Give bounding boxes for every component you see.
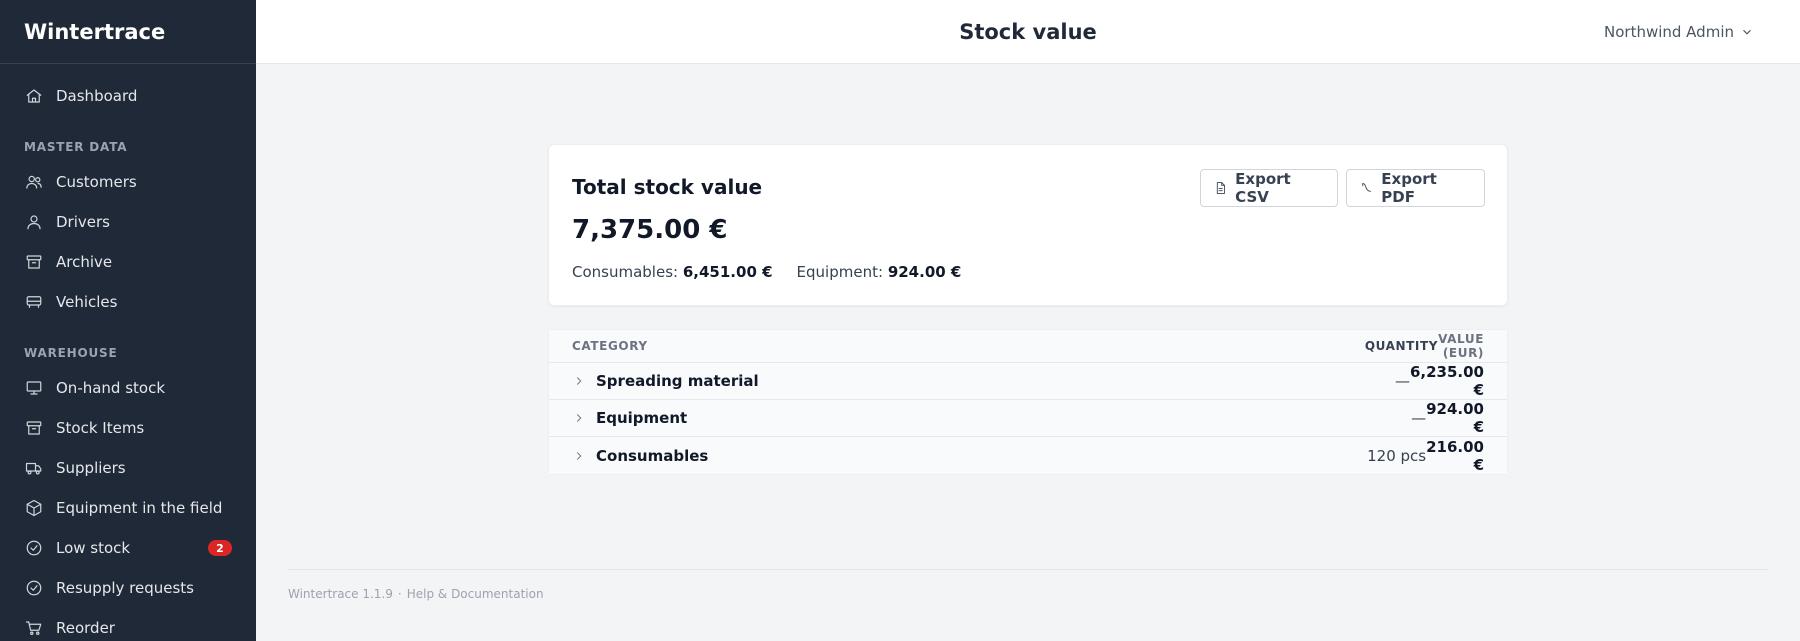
sidebar-item-label: Stock Items xyxy=(56,419,145,437)
category-name: Consumables xyxy=(596,446,709,465)
low-stock-count-badge: 2 xyxy=(208,540,232,556)
sidebar-item-label: Dashboard xyxy=(56,87,138,105)
help-documentation-link[interactable]: Help & Documentation xyxy=(407,587,544,601)
footer-separator: · xyxy=(397,587,402,601)
quantity-cell: 120 pcs xyxy=(1367,446,1427,465)
value-cell: 216.00 € xyxy=(1426,437,1484,474)
sidebar-section-warehouse: WAREHOUSE xyxy=(24,346,118,360)
sidebar-section-master-data: MASTER DATA xyxy=(24,140,128,154)
sidebar-item-dashboard[interactable]: Dashboard xyxy=(0,76,256,116)
sidebar-item-label: Suppliers xyxy=(56,459,126,477)
table-row[interactable]: Consumables 120 pcs 216.00 € xyxy=(549,437,1507,474)
sidebar-item-label: Reorder xyxy=(56,619,115,637)
sidebar-item-low-stock[interactable]: Low stock 2 xyxy=(0,528,256,568)
column-header-quantity[interactable]: QUANTITY xyxy=(1178,339,1438,353)
category-cell: Consumables xyxy=(549,447,1170,465)
page-title: Stock value xyxy=(959,20,1097,44)
category-name: Spreading material xyxy=(596,372,759,390)
check-circle-icon xyxy=(24,578,44,598)
consumables-value: 6,451.00 € xyxy=(682,263,773,281)
table-row[interactable]: Spreading material — 6,235.00 € xyxy=(549,363,1507,400)
equipment-breakdown: Equipment: 924.00 € xyxy=(797,263,962,281)
column-header-value[interactable]: VALUE (EUR) xyxy=(1438,332,1507,360)
sidebar-item-label: Archive xyxy=(56,253,113,271)
sidebar-item-stock-items[interactable]: Stock Items xyxy=(0,408,256,448)
value-breakdown: Consumables: 6,451.00 € Equipment: 924.0… xyxy=(572,263,985,281)
sidebar-item-vehicles[interactable]: Vehicles xyxy=(0,282,256,322)
archive-icon xyxy=(24,252,44,272)
total-stock-value-card: Total stock value 7,375.00 € Consumables… xyxy=(548,144,1508,306)
sidebar-item-drivers[interactable]: Drivers xyxy=(0,202,256,242)
users-icon xyxy=(24,172,44,192)
sidebar-item-reorder[interactable]: Reorder xyxy=(0,608,256,641)
sidebar-item-label: Vehicles xyxy=(56,293,118,311)
export-pdf-button[interactable]: Export PDF xyxy=(1346,169,1485,207)
table-header: CATEGORY QUANTITY VALUE (EUR) xyxy=(549,330,1507,363)
check-circle-icon xyxy=(24,538,44,558)
total-stock-value: 7,375.00 € xyxy=(572,215,728,245)
card-title: Total stock value xyxy=(572,175,763,199)
sidebar-item-resupply-requests[interactable]: Resupply requests xyxy=(0,568,256,608)
user-menu[interactable]: Northwind Admin xyxy=(1604,0,1754,64)
stock-value-table: CATEGORY QUANTITY VALUE (EUR) Spreading … xyxy=(548,329,1508,475)
pdf-icon xyxy=(1362,183,1371,192)
footer: Wintertrace 1.1.9 · Help & Documentation xyxy=(288,587,544,601)
sidebar-item-label: Customers xyxy=(56,173,137,191)
export-csv-button[interactable]: Export CSV xyxy=(1200,169,1338,207)
sidebar-item-equipment-in-field[interactable]: Equipment in the field xyxy=(0,488,256,528)
user-icon xyxy=(24,212,44,232)
user-name: Northwind Admin xyxy=(1604,23,1734,41)
category-name: Equipment xyxy=(596,409,688,427)
quantity-cell: — xyxy=(1411,409,1427,427)
sidebar: Wintertrace Dashboard MASTER DATA Custom… xyxy=(0,0,256,641)
table-row[interactable]: Equipment — 924.00 € xyxy=(549,400,1507,437)
category-cell: Equipment xyxy=(549,409,1170,427)
archive-icon xyxy=(24,418,44,438)
equipment-label: Equipment: xyxy=(796,263,884,281)
box-icon xyxy=(24,498,44,518)
export-pdf-label: Export PDF xyxy=(1381,170,1437,206)
quantity-cell: — xyxy=(1394,372,1410,390)
sidebar-item-suppliers[interactable]: Suppliers xyxy=(0,448,256,488)
sidebar-item-label: Low stock xyxy=(56,539,131,557)
truck-icon xyxy=(24,458,44,478)
top-header: Stock value Northwind Admin xyxy=(256,0,1800,64)
chevron-right-icon[interactable] xyxy=(572,374,586,388)
vehicle-icon xyxy=(24,292,44,312)
chevron-right-icon[interactable] xyxy=(572,449,586,463)
sidebar-item-on-hand-stock[interactable]: On-hand stock xyxy=(0,368,256,408)
equipment-value: 924.00 € xyxy=(887,263,962,281)
app-version: Wintertrace 1.1.9 xyxy=(288,587,393,601)
file-icon xyxy=(1216,182,1225,194)
sidebar-item-customers[interactable]: Customers xyxy=(0,162,256,202)
chevron-down-icon xyxy=(1743,29,1751,35)
consumables-label: Consumables: xyxy=(572,263,679,281)
sidebar-item-label: Resupply requests xyxy=(56,579,194,597)
consumables-breakdown: Consumables: 6,451.00 € xyxy=(572,263,773,281)
footer-divider xyxy=(288,569,1768,570)
sidebar-item-archive[interactable]: Archive xyxy=(0,242,256,282)
cart-icon xyxy=(24,618,44,638)
column-header-category[interactable]: CATEGORY xyxy=(549,339,1178,353)
sidebar-item-label: On-hand stock xyxy=(56,379,166,397)
home-icon xyxy=(24,86,44,106)
value-cell: 924.00 € xyxy=(1426,400,1484,436)
app-logo[interactable]: Wintertrace xyxy=(0,0,256,64)
sidebar-item-label: Equipment in the field xyxy=(56,499,223,517)
export-csv-label: Export CSV xyxy=(1235,170,1291,206)
chevron-right-icon[interactable] xyxy=(572,411,586,425)
value-cell: 6,235.00 € xyxy=(1409,363,1484,399)
monitor-icon xyxy=(24,378,44,398)
sidebar-item-label: Drivers xyxy=(56,213,110,231)
sidebar-nav: Dashboard MASTER DATA Customers Drivers … xyxy=(0,64,256,641)
category-cell: Spreading material xyxy=(549,372,1158,390)
